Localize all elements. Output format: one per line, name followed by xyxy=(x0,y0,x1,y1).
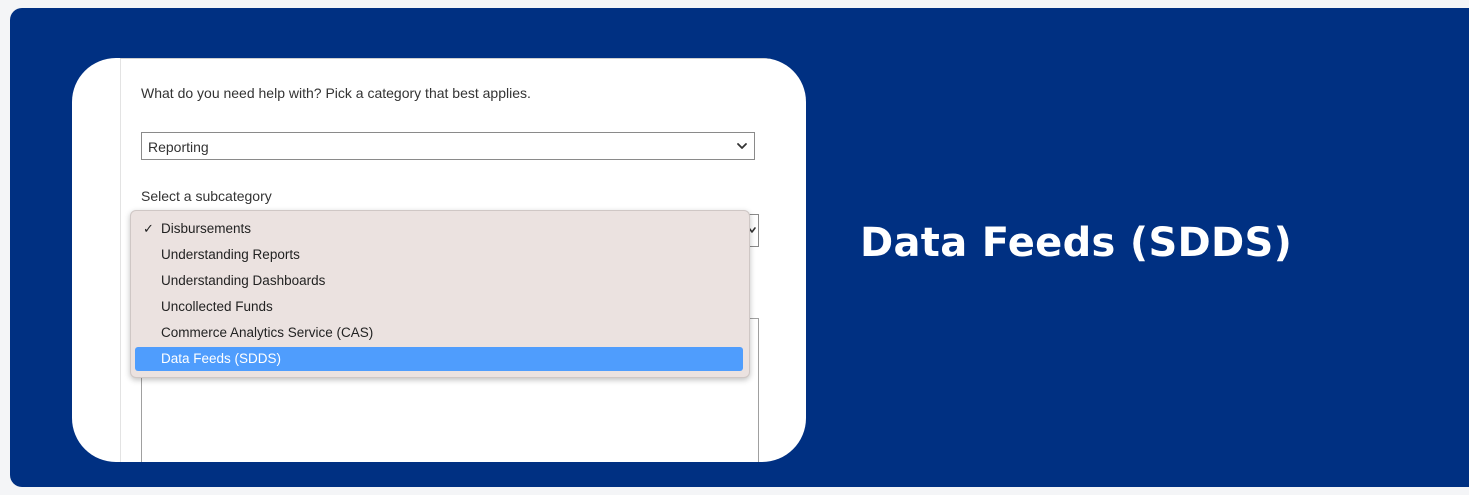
headline-title: Data Feeds (SDDS) xyxy=(860,220,1293,266)
option-label: Data Feeds (SDDS) xyxy=(161,351,282,366)
option-label: Commerce Analytics Service (CAS) xyxy=(161,325,374,340)
option-label: Uncollected Funds xyxy=(161,299,273,314)
option-label: Disbursements xyxy=(161,221,252,236)
dropdown-option-data-feeds[interactable]: Data Feeds (SDDS) xyxy=(135,347,743,371)
panel-border-left xyxy=(120,58,121,462)
dropdown-option-understanding-dashboards[interactable]: Understanding Dashboards xyxy=(135,269,743,293)
screenshot-card: What do you need help with? Pick a categ… xyxy=(72,58,806,462)
banner-background: What do you need help with? Pick a categ… xyxy=(10,8,1469,487)
subcategory-label: Select a subcategory xyxy=(141,188,272,204)
chevron-down-icon xyxy=(737,143,747,149)
category-select[interactable]: Reporting xyxy=(141,132,755,160)
subcategory-dropdown-menu: ✓ Disbursements Understanding Reports Un… xyxy=(130,210,750,378)
dropdown-option-disbursements[interactable]: ✓ Disbursements xyxy=(135,217,743,241)
checkmark-icon: ✓ xyxy=(143,221,154,236)
option-label: Understanding Reports xyxy=(161,247,300,262)
dropdown-option-understanding-reports[interactable]: Understanding Reports xyxy=(135,243,743,267)
help-question: What do you need help with? Pick a categ… xyxy=(141,85,531,101)
dropdown-option-uncollected-funds[interactable]: Uncollected Funds xyxy=(135,295,743,319)
category-select-value: Reporting xyxy=(148,139,209,155)
panel-border-top xyxy=(120,58,806,59)
dropdown-option-cas[interactable]: Commerce Analytics Service (CAS) xyxy=(135,321,743,345)
option-label: Understanding Dashboards xyxy=(161,273,326,288)
